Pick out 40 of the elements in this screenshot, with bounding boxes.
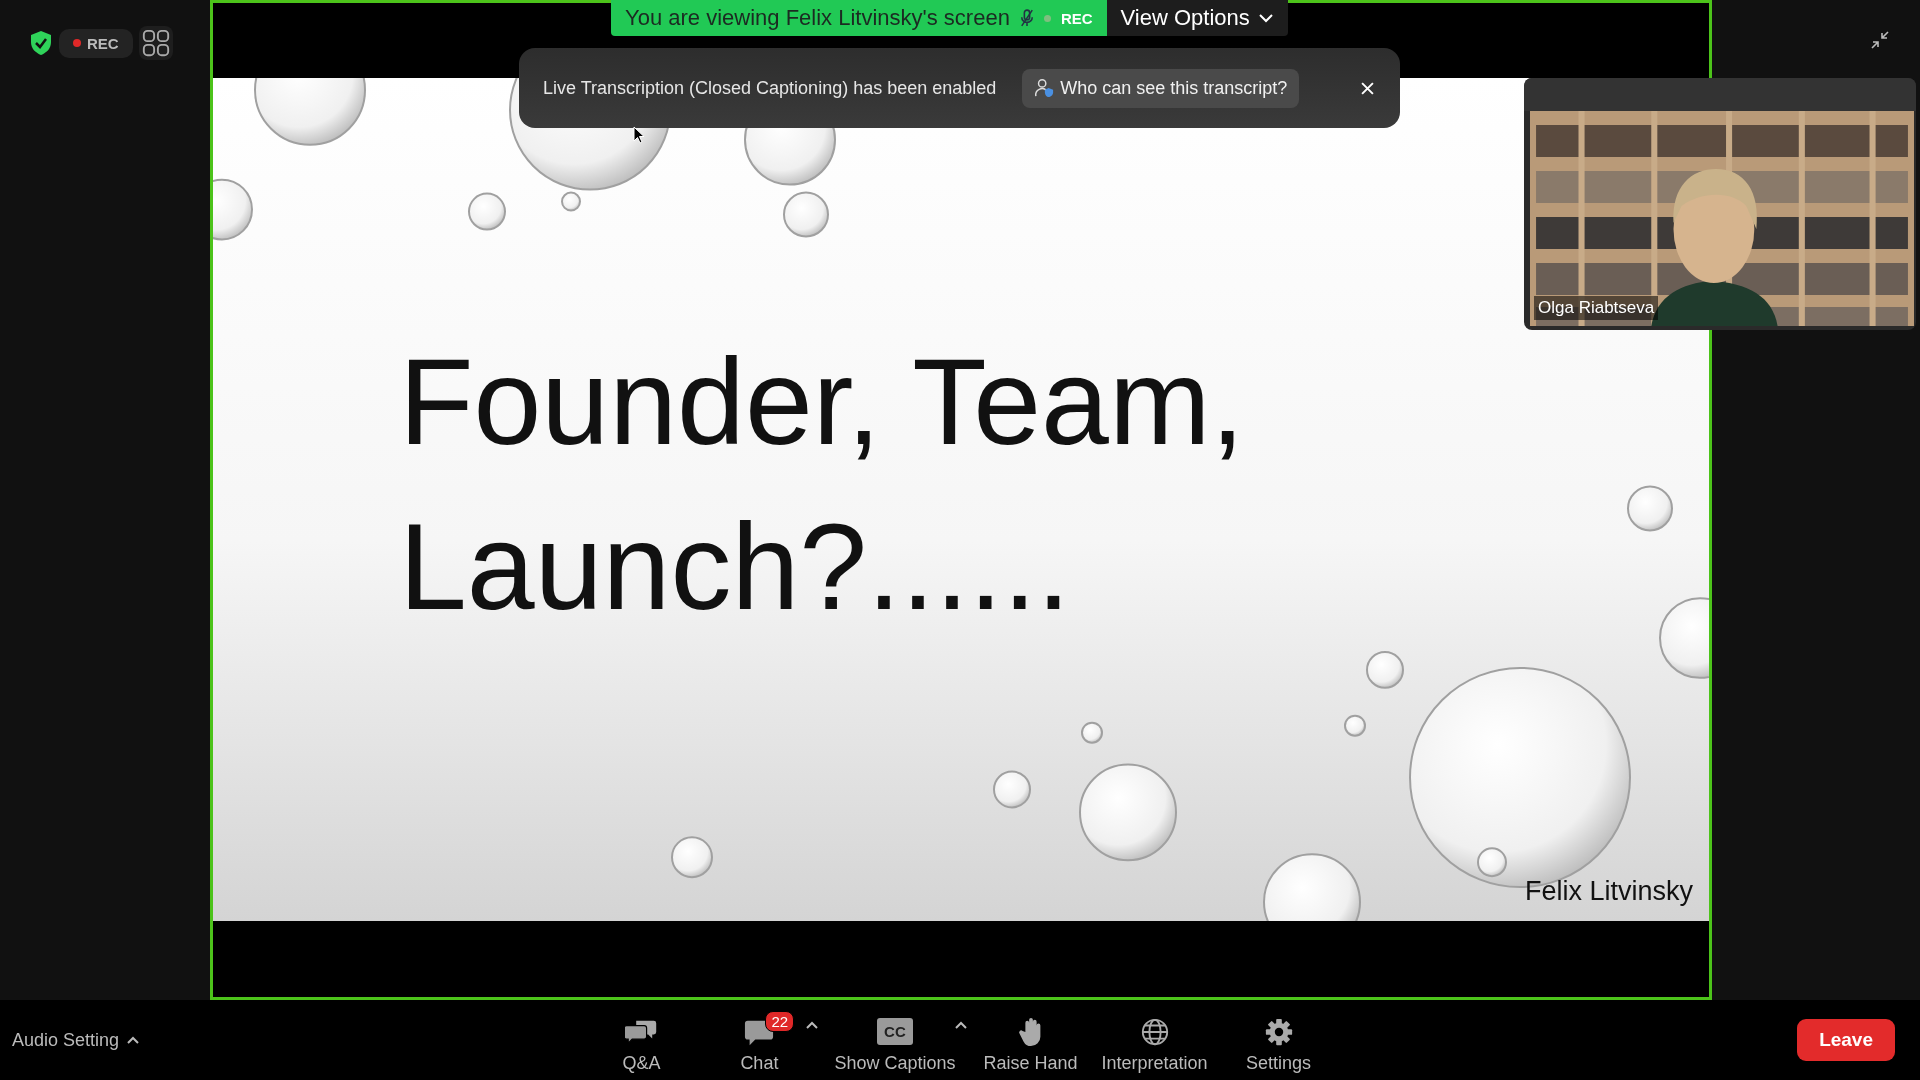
- muted-microphone-icon: [1019, 8, 1034, 28]
- water-drop: [213, 178, 253, 241]
- gear-button[interactable]: Settings: [1219, 1006, 1338, 1074]
- water-drop: [1627, 485, 1673, 532]
- person-shield-icon: [1034, 78, 1055, 98]
- participant-name: Olga Riabtseva: [1534, 296, 1659, 320]
- captions-icon: CC: [877, 1018, 913, 1045]
- minimize-icon[interactable]: [1870, 30, 1890, 50]
- notification-text: Live Transcription (Closed Captioning) has been enabled: [543, 77, 997, 99]
- chevron-down-icon[interactable]: [1257, 13, 1274, 23]
- qa-button[interactable]: Q&A: [582, 1006, 701, 1074]
- water-drop: [993, 770, 1031, 809]
- water-drop: [671, 836, 713, 879]
- viewing-screen-banner: You are viewing Felix Litvinsky's screen REC: [611, 0, 1107, 36]
- chat-button[interactable]: 22 Chat: [700, 1006, 819, 1074]
- view-options-button[interactable]: View Options: [1106, 0, 1288, 36]
- unread-count-badge: 22: [765, 1010, 795, 1032]
- recording-indicator[interactable]: REC: [59, 28, 133, 58]
- water-drop: [1344, 714, 1366, 737]
- captions-button[interactable]: CC Show Captions: [822, 1006, 968, 1074]
- hand-button[interactable]: Raise Hand: [971, 1006, 1090, 1074]
- water-drop: [468, 192, 506, 231]
- gallery-view-icon[interactable]: [138, 26, 173, 60]
- caret-icon[interactable]: [955, 1020, 968, 1029]
- leave-button[interactable]: Leave: [1797, 1019, 1895, 1061]
- water-drop: [783, 191, 829, 238]
- cursor-icon: [633, 126, 645, 144]
- shield-check-icon[interactable]: [29, 30, 53, 56]
- transcript-access-button[interactable]: Who can see this transcript?: [1022, 68, 1300, 108]
- close-icon[interactable]: [1361, 81, 1374, 95]
- caret-icon[interactable]: [806, 1020, 819, 1029]
- slide-title: Launch?......: [399, 498, 1071, 637]
- audio-setting-button[interactable]: Audio Setting: [12, 1029, 120, 1051]
- status-dot-icon: [1043, 14, 1051, 22]
- water-drop: [1366, 650, 1404, 689]
- caret-icon[interactable]: [127, 1036, 140, 1044]
- slide-title: Founder, Team,: [399, 333, 1245, 472]
- water-drop: [1081, 721, 1103, 744]
- presenter-name: Felix Litvinsky: [1524, 876, 1693, 907]
- globe-button[interactable]: Interpretation: [1089, 1006, 1220, 1074]
